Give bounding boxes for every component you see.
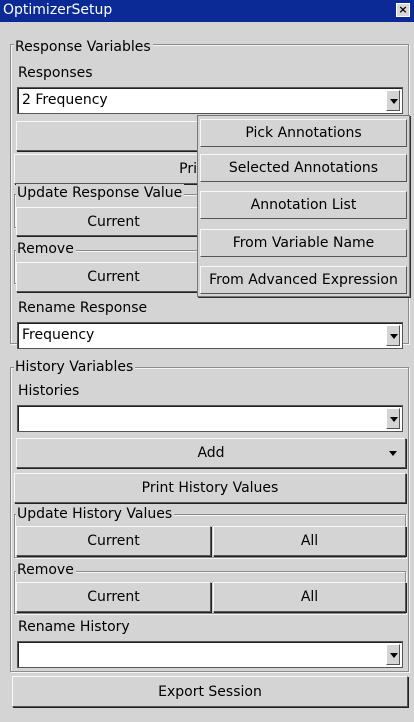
rename-response-combobox[interactable]: Frequency xyxy=(17,322,403,349)
rename-history-label: Rename History xyxy=(18,619,130,635)
menu-item-from-variable-name[interactable]: From Variable Name xyxy=(200,229,407,257)
close-icon[interactable]: × xyxy=(396,3,410,17)
chevron-down-icon[interactable] xyxy=(386,408,400,429)
chevron-down-icon[interactable] xyxy=(386,325,400,346)
chevron-down-icon[interactable] xyxy=(386,90,400,111)
responses-combobox-value: 2 Frequency xyxy=(22,92,108,108)
chevron-down-icon xyxy=(389,451,397,456)
export-session-button[interactable]: Export Session xyxy=(12,676,408,707)
update-history-current-button[interactable]: Current xyxy=(16,526,211,556)
remove-history-all-button[interactable]: All xyxy=(213,582,406,612)
update-history-values-label: Update History Values xyxy=(16,505,175,523)
menu-item-annotation-list[interactable]: Annotation List xyxy=(200,191,407,219)
update-history-all-button[interactable]: All xyxy=(213,526,406,556)
update-response-values-label: Update Response Value xyxy=(16,184,185,202)
rename-response-value: Frequency xyxy=(22,327,95,343)
print-history-values-button[interactable]: Print History Values xyxy=(14,473,406,503)
responses-combobox[interactable]: 2 Frequency xyxy=(17,87,403,114)
add-history-button[interactable]: Add xyxy=(16,438,406,468)
window-title: OptimizerSetup xyxy=(3,2,113,18)
histories-combobox[interactable] xyxy=(17,405,403,432)
remove-response-label: Remove xyxy=(16,240,76,258)
menu-item-selected-annotations[interactable]: Selected Annotations xyxy=(200,154,407,182)
menu-item-pick-annotations[interactable]: Pick Annotations xyxy=(200,119,407,147)
rename-history-combobox[interactable] xyxy=(17,641,403,668)
response-variables-label: Response Variables xyxy=(14,38,153,56)
title-bar: OptimizerSetup × xyxy=(0,0,414,22)
rename-response-label: Rename Response xyxy=(18,300,148,316)
remove-history-current-button[interactable]: Current xyxy=(16,582,211,612)
add-response-menu: Pick Annotations Selected Annotations An… xyxy=(197,115,410,297)
menu-item-from-advanced-expression[interactable]: From Advanced Expression xyxy=(200,266,407,294)
update-response-current-button[interactable]: Current xyxy=(16,207,211,236)
remove-history-label: Remove xyxy=(16,561,76,579)
history-variables-label: History Variables xyxy=(14,358,136,376)
histories-label: Histories xyxy=(18,383,80,399)
chevron-down-icon[interactable] xyxy=(386,644,400,665)
remove-response-current-button[interactable]: Current xyxy=(16,262,211,292)
responses-label: Responses xyxy=(18,65,93,81)
